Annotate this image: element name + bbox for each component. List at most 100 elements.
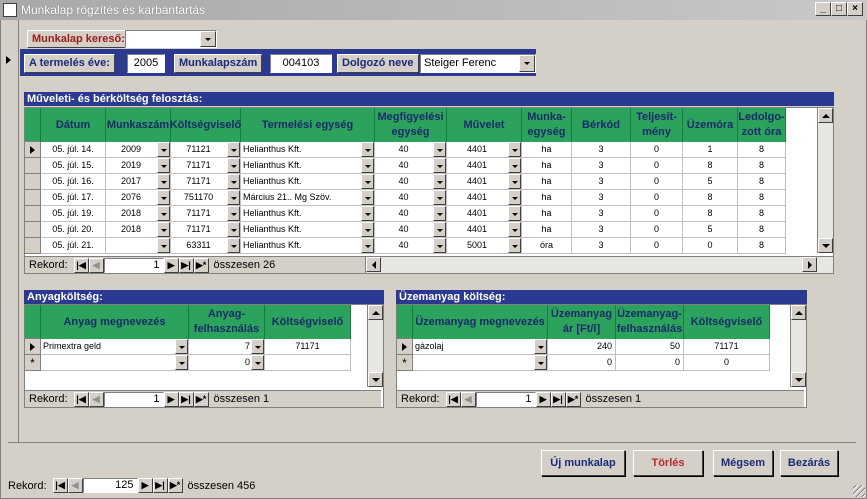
search-combo[interactable] [125,30,217,48]
ops-cell[interactable]: 3 [572,158,631,174]
ops-cell[interactable]: 4401 [447,142,522,158]
chevron-down-icon[interactable] [361,206,374,221]
chevron-down-icon[interactable] [251,339,264,354]
ops-cell[interactable]: 2076 [106,190,171,206]
form-record-selector[interactable] [1,20,19,442]
scroll-up-icon[interactable] [368,305,383,320]
ops-cell[interactable]: 3 [572,222,631,238]
ops-cell[interactable] [106,238,171,254]
mat-vertical-scrollbar[interactable] [367,305,383,387]
fuel-cell[interactable]: 0 [684,355,770,371]
chevron-down-icon[interactable] [157,206,170,221]
chevron-down-icon[interactable] [361,174,374,189]
ops-cell[interactable]: 0 [631,238,683,254]
ops-cell[interactable]: Helianthus Kft. [241,158,375,174]
scroll-left-icon[interactable] [366,257,381,272]
ops-row-selector[interactable] [25,174,41,190]
ops-row-selector[interactable] [25,238,41,254]
fuel-next-record-button[interactable]: ▶ [535,391,551,407]
ops-vertical-scrollbar[interactable] [817,108,833,253]
fuel-row-selector[interactable] [397,339,413,355]
ops-cell[interactable]: 751170 [171,190,241,206]
year-field[interactable]: 2005 [127,54,165,73]
mat-cell[interactable] [41,355,189,371]
ops-cell[interactable]: 05. júl. 21. [41,238,106,254]
ops-cell[interactable]: 8 [683,190,738,206]
ops-cell[interactable]: 0 [631,206,683,222]
ops-cell[interactable]: ha [522,206,572,222]
mat-cell[interactable]: 71171 [265,339,351,355]
chevron-down-icon[interactable] [433,238,446,253]
mat-last-record-button[interactable]: ▶| [178,391,194,407]
form-new-record-button[interactable]: ▶* [167,478,183,493]
ops-cell[interactable]: 3 [572,238,631,254]
ops-cell[interactable]: 4401 [447,190,522,206]
ops-cell[interactable]: ha [522,222,572,238]
mat-new-record-button[interactable]: ▶* [193,391,209,407]
mat-record-number-input[interactable]: 1 [103,391,164,407]
chevron-down-icon[interactable] [508,158,521,173]
worker-combo[interactable]: Steiger Ferenc [420,54,536,73]
fuel-first-record-button[interactable]: |◀ [445,391,461,407]
ops-cell[interactable]: 8 [738,158,786,174]
ops-cell[interactable]: 8 [683,158,738,174]
ops-cell[interactable]: Helianthus Kft. [241,174,375,190]
ops-cell[interactable]: 8 [738,222,786,238]
mat-cell[interactable]: Primextra geld [41,339,189,355]
ops-cell[interactable]: Helianthus Kft. [241,238,375,254]
ops-cell[interactable]: 2019 [106,158,171,174]
ops-cell[interactable]: 0 [631,158,683,174]
cancel-button[interactable]: Mégsem [713,450,773,476]
ops-cell[interactable]: 40 [375,222,447,238]
maximize-button[interactable]: □ [831,2,847,16]
ops-cell[interactable]: Helianthus Kft. [241,222,375,238]
scroll-up-icon[interactable] [791,305,806,320]
ops-cell[interactable]: 8 [738,142,786,158]
chevron-down-icon[interactable] [361,238,374,253]
ops-cell[interactable]: 05. júl. 19. [41,206,106,222]
chevron-down-icon[interactable] [433,158,446,173]
ops-cell[interactable]: 5 [683,174,738,190]
chevron-down-icon[interactable] [251,355,264,370]
ops-cell[interactable]: 40 [375,238,447,254]
ops-row-selector[interactable] [25,158,41,174]
ops-cell[interactable]: ha [522,174,572,190]
mat-cell[interactable]: 7 [189,339,265,355]
ops-cell[interactable]: 63311 [171,238,241,254]
ops-cell[interactable]: 05. júl. 14. [41,142,106,158]
scroll-up-icon[interactable] [818,108,833,123]
chevron-down-icon[interactable] [508,222,521,237]
ops-cell[interactable]: 71171 [171,222,241,238]
ops-cell[interactable]: 5001 [447,238,522,254]
chevron-down-icon[interactable] [157,222,170,237]
ops-cell[interactable]: 4401 [447,174,522,190]
ops-cell[interactable]: 3 [572,142,631,158]
ops-cell[interactable]: 05. júl. 15. [41,158,106,174]
ops-new-record-button[interactable]: ▶* [193,257,209,273]
fuel-cell[interactable] [413,355,548,371]
chevron-down-icon[interactable] [433,174,446,189]
ops-cell[interactable]: Helianthus Kft. [241,142,375,158]
ops-row-selector[interactable] [25,142,41,158]
chevron-down-icon[interactable] [361,222,374,237]
ops-cell[interactable]: 4401 [447,222,522,238]
ops-cell[interactable]: óra [522,238,572,254]
chevron-down-icon[interactable] [157,238,170,253]
chevron-down-icon[interactable] [433,142,446,157]
ops-cell[interactable]: 0 [631,190,683,206]
ops-cell[interactable]: 40 [375,142,447,158]
ops-horizontal-scrollbar[interactable] [365,256,833,273]
chevron-down-icon[interactable] [227,174,240,189]
form-last-record-button[interactable]: ▶| [152,478,168,493]
ops-cell[interactable]: 8 [738,190,786,206]
form-first-record-button[interactable]: |◀ [52,478,68,493]
chevron-down-icon[interactable] [519,55,535,72]
ops-cell[interactable]: 0 [631,174,683,190]
chevron-down-icon[interactable] [175,339,188,354]
ops-cell[interactable]: 8 [738,238,786,254]
ops-cell[interactable]: 2009 [106,142,171,158]
ops-cell[interactable]: 4401 [447,206,522,222]
chevron-down-icon[interactable] [227,142,240,157]
chevron-down-icon[interactable] [534,339,547,354]
chevron-down-icon[interactable] [433,206,446,221]
